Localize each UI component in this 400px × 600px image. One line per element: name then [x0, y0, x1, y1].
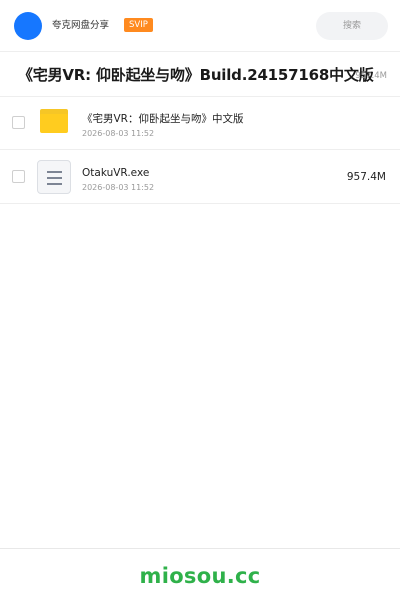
- file-date: 2026-08-03 11:52: [82, 183, 155, 192]
- share-header: 夸克网盘分享 SVIP 搜索: [0, 0, 400, 52]
- file-name[interactable]: OtakuVR.exe: [82, 166, 149, 180]
- file-size: 957.4M: [346, 171, 386, 183]
- file-name[interactable]: 《宅男VR：仰卧起坐与吻》中文版: [82, 112, 243, 126]
- select-checkbox[interactable]: [12, 170, 25, 183]
- folder-icon: [40, 109, 68, 133]
- page-title: 《宅男VR: 仰卧起坐与吻》Build.24157168中文版: [18, 66, 374, 84]
- search-button[interactable]: 搜索: [316, 12, 388, 40]
- share-title-row: 《宅男VR: 仰卧起坐与吻》Build.24157168中文版 957.4M: [0, 52, 400, 97]
- file-date: 2026-08-03 11:52: [82, 129, 155, 138]
- select-checkbox[interactable]: [12, 116, 25, 129]
- file-doc-icon: [37, 160, 71, 194]
- total-size: 957.4M: [355, 71, 387, 81]
- sharer-name[interactable]: 夸克网盘分享: [52, 19, 109, 33]
- list-item[interactable]: 《宅男VR：仰卧起坐与吻》中文版 2026-08-03 11:52: [0, 96, 400, 150]
- watermark-text: miosou.cc: [139, 564, 261, 588]
- avatar[interactable]: [14, 12, 42, 40]
- list-item[interactable]: OtakuVR.exe 2026-08-03 11:52 957.4M: [0, 150, 400, 204]
- footer-bar: miosou.cc: [0, 548, 400, 600]
- svip-badge: SVIP: [124, 18, 153, 32]
